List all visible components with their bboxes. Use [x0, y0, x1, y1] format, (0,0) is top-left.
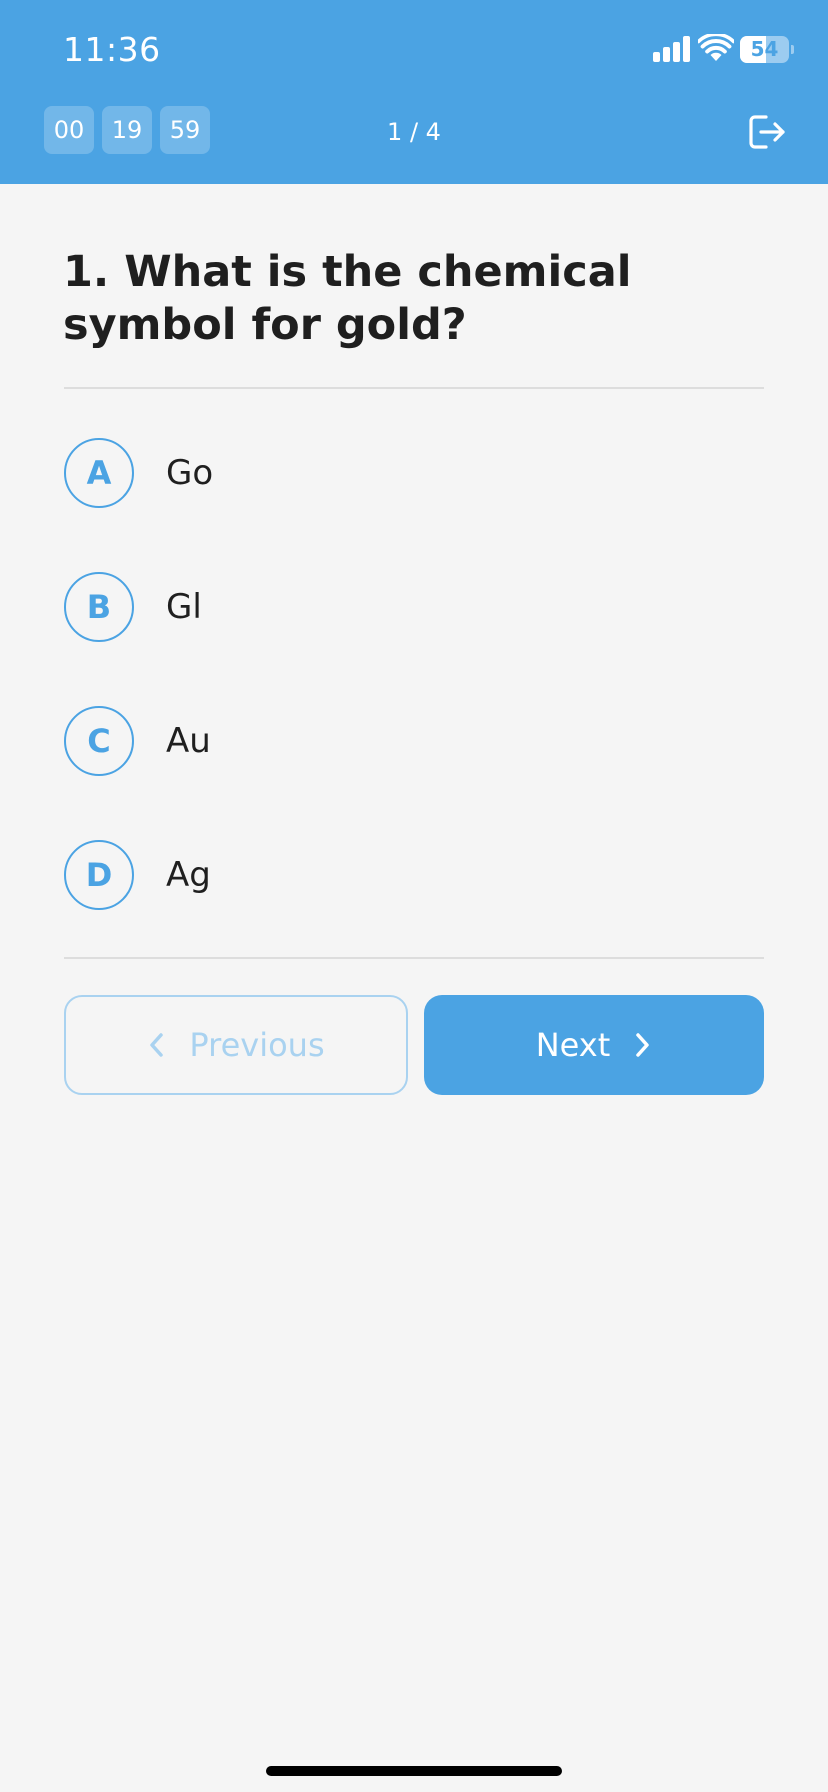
chevron-left-icon — [150, 1033, 164, 1057]
status-time: 11:36 — [63, 30, 161, 69]
question-progress: 1 / 4 — [387, 118, 441, 146]
cellular-signal-icon — [653, 36, 690, 62]
divider-top — [64, 387, 764, 389]
option-text: Gl — [166, 587, 202, 627]
answer-option-d[interactable]: D Ag — [64, 840, 764, 910]
option-letter: D — [64, 840, 134, 910]
next-button[interactable]: Next — [424, 995, 764, 1095]
previous-button[interactable]: Previous — [64, 995, 408, 1095]
timer-seconds: 59 — [160, 106, 210, 154]
option-text: Go — [166, 453, 214, 493]
option-letter: B — [64, 572, 134, 642]
question-title: 1. What is the chemical symbol for gold? — [63, 247, 632, 350]
option-text: Au — [166, 721, 211, 761]
timer-hours: 00 — [44, 106, 94, 154]
answer-option-b[interactable]: B Gl — [64, 572, 764, 642]
next-label: Next — [535, 1026, 611, 1064]
option-letter: A — [64, 438, 134, 508]
option-letter: C — [64, 706, 134, 776]
timer-minutes: 19 — [102, 106, 152, 154]
divider-bottom — [64, 957, 764, 959]
option-text: Ag — [166, 855, 211, 895]
previous-label: Previous — [189, 1026, 325, 1064]
battery-percentage: 54 — [750, 37, 779, 61]
battery-icon: 54 — [740, 36, 794, 63]
logout-icon[interactable] — [744, 110, 788, 154]
wifi-icon — [698, 34, 734, 61]
answer-option-c[interactable]: C Au — [64, 706, 764, 776]
quiz-header: 11:36 54 00 19 59 1 / 4 — [0, 0, 828, 184]
home-indicator — [266, 1766, 562, 1776]
chevron-right-icon — [636, 1033, 650, 1057]
answer-option-a[interactable]: A Go — [64, 438, 764, 508]
